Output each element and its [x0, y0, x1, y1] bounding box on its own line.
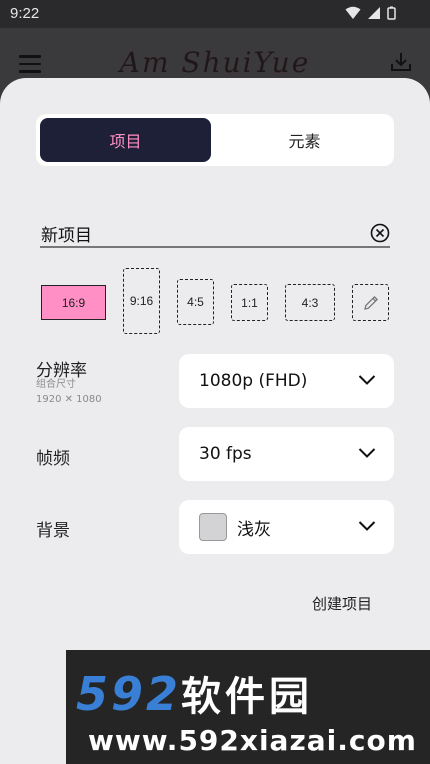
- watermark-digits: 592: [76, 667, 182, 721]
- watermark: 592软件园 www.592xiazai.com: [66, 650, 430, 764]
- pencil-icon: [363, 295, 378, 310]
- battery-icon: [387, 6, 396, 20]
- background-label: 背景: [36, 521, 70, 541]
- resolution-select[interactable]: 1080p (FHD): [179, 354, 394, 408]
- background-value: 浅灰: [237, 519, 271, 540]
- ratio-16-9[interactable]: 16:9: [41, 285, 106, 320]
- frame-rate-select[interactable]: 30 fps: [179, 427, 394, 481]
- status-icons: [345, 6, 396, 20]
- chevron-down-icon: [358, 521, 376, 531]
- clear-icon[interactable]: [370, 223, 390, 243]
- resolution-sub-label: 组合尺寸: [36, 379, 76, 390]
- chevron-down-icon: [358, 375, 376, 385]
- status-time: 9:22: [10, 5, 40, 22]
- color-swatch: [199, 513, 227, 541]
- ratio-4-3[interactable]: 4:3: [285, 284, 335, 321]
- ratio-custom[interactable]: [352, 284, 389, 321]
- signal-icon: [368, 7, 380, 19]
- ratio-9-16[interactable]: 9:16: [123, 268, 160, 334]
- ratio-1-1[interactable]: 1:1: [231, 284, 268, 321]
- tab-project[interactable]: 项目: [40, 118, 211, 162]
- tab-elements[interactable]: 元素: [219, 118, 390, 162]
- watermark-logo: 592软件园: [76, 664, 313, 722]
- chevron-down-icon: [358, 448, 376, 458]
- resolution-value: 1080p (FHD): [199, 371, 308, 391]
- watermark-logo-text: 软件园: [181, 674, 314, 720]
- input-underline: [40, 246, 390, 248]
- frame-rate-label: 帧频: [36, 449, 70, 469]
- create-project-button[interactable]: 创建项目: [300, 590, 384, 616]
- watermark-url: www.592xiazai.com: [88, 724, 417, 757]
- download-icon[interactable]: [390, 51, 412, 73]
- frame-rate-value: 30 fps: [199, 444, 252, 464]
- background-select[interactable]: 浅灰: [179, 500, 394, 554]
- status-bar: 9:22: [0, 0, 430, 28]
- ratio-4-5[interactable]: 4:5: [177, 279, 214, 325]
- tab-switcher: 项目 元素: [36, 114, 394, 166]
- project-name-input[interactable]: 新项目: [41, 218, 365, 248]
- app-title: Am ShuiYue: [119, 46, 311, 79]
- resolution-dimensions: 1920 ✕ 1080: [36, 394, 102, 405]
- wifi-icon: [345, 6, 361, 19]
